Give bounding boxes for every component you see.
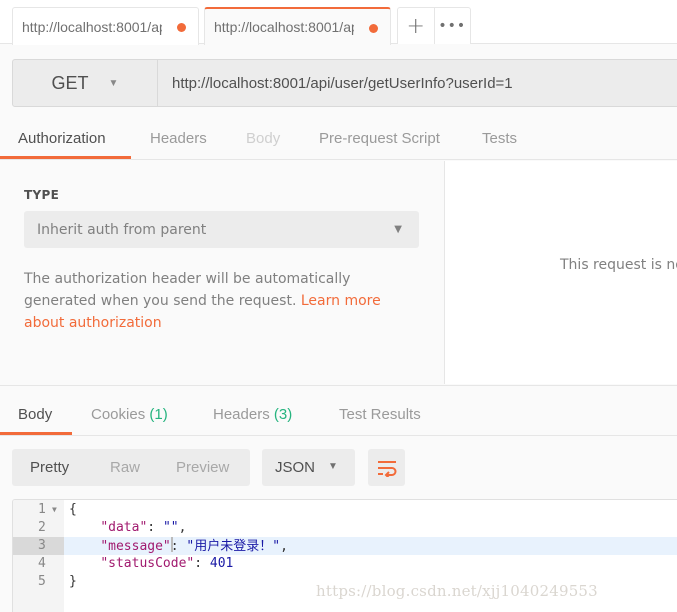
wrap-lines-icon: [377, 460, 396, 477]
tab-tests[interactable]: Tests: [482, 130, 517, 147]
preview-button[interactable]: Preview: [176, 459, 229, 476]
method-label: GET: [51, 72, 89, 93]
language-label: JSON: [275, 459, 316, 476]
json-value: "用户未登录！": [186, 539, 281, 554]
code-line: 2 "data": "",: [13, 519, 677, 537]
line-number: 4: [38, 556, 46, 571]
headers-count: (3): [273, 406, 293, 423]
code-text: "data": "",: [100, 520, 187, 535]
auth-type-value: Inherit auth from parent: [37, 221, 207, 238]
active-tab-indicator: [0, 432, 72, 435]
tab-label: Headers: [213, 406, 270, 423]
chevron-down-icon: ▼: [108, 77, 119, 89]
auth-description: The authorization header will be automat…: [24, 268, 404, 334]
json-key: "message": [100, 539, 171, 554]
auth-info-message: This request is not inheriting any autho…: [560, 257, 677, 273]
active-tab-indicator: [0, 156, 131, 159]
tab-test-results[interactable]: Test Results: [339, 406, 421, 423]
json-value: 401: [209, 556, 234, 571]
tab-authorization[interactable]: Authorization: [18, 130, 106, 147]
response-tabs: Body Cookies (1) Headers (3) Test Result…: [0, 385, 677, 436]
line-number: 5: [38, 574, 46, 589]
language-select[interactable]: JSON ▼: [262, 449, 355, 486]
code-line: 1 ▼ {: [13, 501, 677, 519]
line-number: 3: [13, 537, 64, 555]
fold-icon[interactable]: ▼: [52, 501, 57, 519]
watermark: https://blog.csdn.net/xjj1040249553: [316, 582, 598, 600]
tab-pre-request-script[interactable]: Pre-request Script: [319, 130, 440, 147]
auth-type-label: TYPE: [24, 188, 60, 202]
request-tabs: Authorization Headers Body Pre-request S…: [0, 120, 677, 160]
code-text: "message": "用户未登录！",: [100, 537, 288, 554]
tab-body[interactable]: Body: [246, 130, 280, 147]
url-bar: GET ▼ http://localhost:8001/api/user/get…: [12, 59, 677, 107]
code-line-highlighted: 3 "message": "用户未登录！",: [13, 537, 677, 555]
json-key: "data": [100, 520, 148, 535]
tab-headers[interactable]: Headers: [150, 130, 207, 147]
json-key: "statusCode": [100, 556, 195, 571]
method-select[interactable]: GET ▼: [13, 60, 158, 106]
tab-response-body[interactable]: Body: [18, 406, 52, 423]
unsaved-dot-icon: [177, 23, 186, 32]
request-tab-title: http://localhost:8001/api/user/getUserIn…: [214, 19, 354, 35]
wrap-lines-button[interactable]: [368, 449, 405, 486]
tab-label: Body: [18, 406, 53, 423]
request-tab[interactable]: http://localhost:8001/api/user/getUserIn…: [12, 7, 199, 45]
more-tabs-button[interactable]: •••: [435, 8, 471, 44]
chevron-down-icon: ▼: [328, 461, 338, 472]
json-value: "": [162, 520, 179, 535]
request-tab-active[interactable]: http://localhost:8001/api/user/getUserIn…: [204, 7, 391, 45]
auth-type-select[interactable]: Inherit auth from parent ▼: [24, 211, 419, 248]
tab-response-headers[interactable]: Headers (3): [213, 406, 292, 423]
cookies-count: (1): [149, 406, 168, 423]
code-text: "statusCode": 401: [100, 556, 234, 571]
format-mode-group: Pretty Raw Preview: [12, 449, 250, 486]
new-tab-button[interactable]: +: [398, 8, 435, 44]
tab-actions: + •••: [397, 7, 471, 44]
raw-button[interactable]: Raw: [110, 459, 140, 476]
code-text: }: [69, 574, 77, 589]
ellipsis-icon: •••: [438, 18, 467, 34]
plus-icon: +: [406, 13, 425, 39]
request-tab-strip: http://localhost:8001/api/user/getUserIn…: [0, 0, 677, 45]
tab-label: Cookies: [91, 406, 146, 423]
tab-label: Test Results: [339, 406, 421, 423]
chevron-down-icon: ▼: [394, 224, 402, 235]
code-line: 4 "statusCode": 401: [13, 555, 677, 573]
tab-cookies[interactable]: Cookies (1): [91, 406, 168, 423]
url-input[interactable]: http://localhost:8001/api/user/getUserIn…: [158, 60, 677, 106]
auth-info-panel: This request is not inheriting any autho…: [445, 161, 677, 384]
request-tab-title: http://localhost:8001/api/user/getUserIn…: [22, 18, 162, 35]
pretty-button[interactable]: Pretty: [30, 459, 69, 476]
line-number: 2: [38, 520, 46, 535]
code-text: {: [69, 502, 77, 517]
unsaved-dot-icon: [369, 24, 378, 33]
auth-settings-panel: TYPE Inherit auth from parent ▼ The auth…: [0, 161, 445, 384]
